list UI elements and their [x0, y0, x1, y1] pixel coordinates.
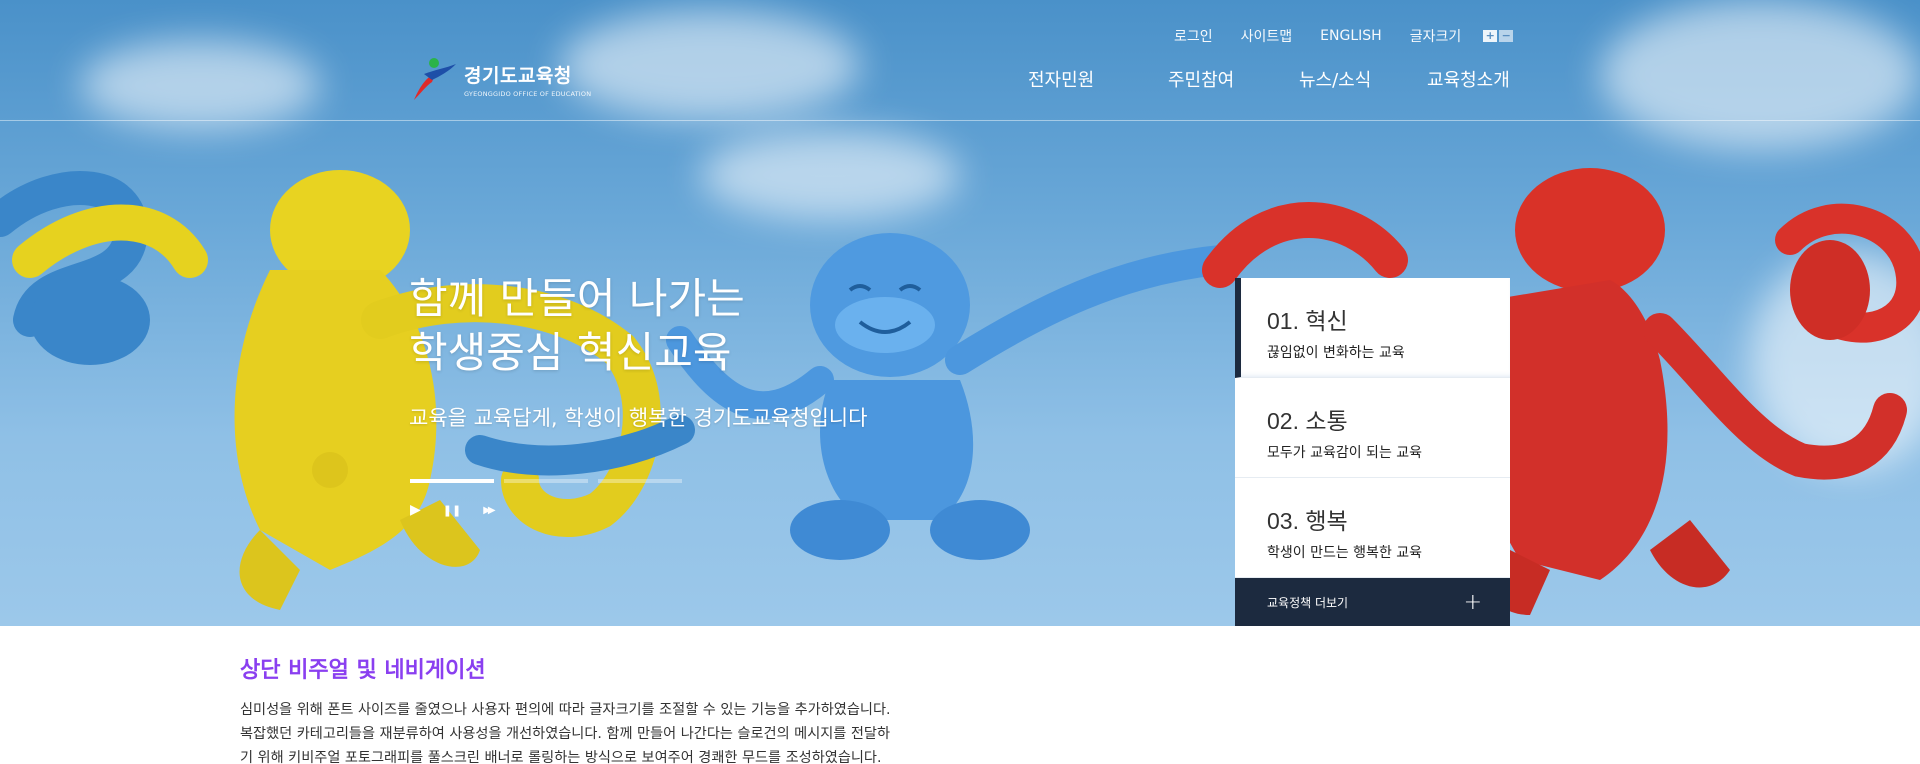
english-link[interactable]: ENGLISH — [1320, 28, 1382, 44]
description-title: 상단 비주얼 및 네비게이션 — [240, 658, 486, 683]
description-body: 심미성을 위해 폰트 사이즈를 줄였으나 사용자 편의에 따라 글자크기를 조절… — [240, 698, 970, 764]
nav-item-participation[interactable]: 주민참여 — [1168, 66, 1299, 92]
play-icon[interactable]: ▶ — [410, 502, 421, 518]
plus-icon: + — [1463, 589, 1482, 615]
sitemap-link[interactable]: 사이트맵 — [1241, 26, 1293, 46]
description-line: 기 위해 키비주얼 포토그래피를 풀스크린 배너로 롤링하는 방식으로 보여주어… — [240, 750, 882, 764]
font-increase-button[interactable]: + — [1483, 30, 1498, 42]
next-icon[interactable]: ▶▶ — [483, 505, 496, 516]
utility-nav: 로그인 사이트맵 ENGLISH 글자크기 + − — [1174, 26, 1514, 46]
slide-indicator[interactable] — [410, 479, 494, 483]
nav-item-news[interactable]: 뉴스/소식 — [1299, 66, 1427, 92]
policy-more-label: 교육정책 더보기 — [1267, 595, 1349, 610]
pause-icon[interactable]: ❚❚ — [443, 504, 461, 517]
login-link[interactable]: 로그인 — [1174, 26, 1213, 46]
policy-title: 01. 혁신 — [1267, 308, 1348, 334]
policy-item[interactable]: 03. 행복 학생이 만드는 행복한 교육 — [1235, 478, 1510, 578]
site-logo[interactable]: 경기도교육청 GYEONGGIDO OFFICE OF EDUCATION — [410, 56, 591, 102]
description-line: 심미성을 위해 폰트 사이즈를 줄였으나 사용자 편의에 따라 글자크기를 조절… — [240, 702, 891, 718]
slide-indicator[interactable] — [598, 479, 682, 483]
font-decrease-button[interactable]: − — [1499, 30, 1514, 42]
header-divider — [0, 120, 1920, 121]
slide-indicator[interactable] — [504, 479, 588, 483]
hero-copy: 함께 만들어 나가는 학생중심 혁신교육 교육을 교육답게, 학생이 행복한 경… — [409, 272, 867, 432]
hero-headline: 함께 만들어 나가는 학생중심 혁신교육 — [409, 272, 867, 380]
hero-banner: 로그인 사이트맵 ENGLISH 글자크기 + − 경기도교육청 GYEONGG… — [0, 0, 1920, 626]
policy-item[interactable]: 02. 소통 모두가 교육감이 되는 교육 — [1235, 378, 1510, 478]
cloud — [80, 40, 320, 130]
policy-panel: 01. 혁신 끊임없이 변화하는 교육 02. 소통 모두가 교육감이 되는 교… — [1235, 278, 1510, 626]
hero-headline-line1: 함께 만들어 나가는 — [409, 274, 745, 323]
slide-controls: ▶ ❚❚ ▶▶ — [410, 502, 496, 518]
hero-headline-line2: 학생중심 혁신교육 — [409, 328, 732, 377]
main-nav: 전자민원 주민참여 뉴스/소식 교육청소개 — [1028, 66, 1517, 92]
hero-subline: 교육을 교육답게, 학생이 행복한 경기도교육청입니다 — [409, 406, 868, 430]
cloud — [700, 130, 960, 220]
font-size-controls: + − — [1483, 30, 1514, 42]
policy-title: 02. 소통 — [1267, 408, 1348, 434]
logo-title: 경기도교육청 — [464, 64, 572, 87]
font-size-label: 글자크기 — [1409, 29, 1462, 45]
slide-progress — [410, 479, 682, 483]
cloud — [1600, 0, 1920, 150]
nav-item-about[interactable]: 교육청소개 — [1427, 66, 1517, 92]
logo-subtitle: GYEONGGIDO OFFICE OF EDUCATION — [464, 89, 592, 98]
description-line: 복잡했던 카테고리들을 재분류하여 사용성을 개선하였습니다. 함께 만들어 나… — [240, 726, 891, 742]
logo-emblem-icon — [414, 58, 456, 100]
policy-more-button[interactable]: 교육정책 더보기 + — [1235, 578, 1510, 626]
description-section: 상단 비주얼 및 네비게이션 심미성을 위해 폰트 사이즈를 줄였으나 사용자 … — [240, 652, 970, 764]
nav-item-e-civil[interactable]: 전자민원 — [1028, 66, 1168, 92]
policy-desc: 모두가 교육감이 되는 교육 — [1267, 445, 1423, 461]
policy-desc: 끊임없이 변화하는 교육 — [1267, 345, 1405, 361]
policy-title: 03. 행복 — [1267, 508, 1348, 534]
policy-item[interactable]: 01. 혁신 끊임없이 변화하는 교육 — [1235, 278, 1510, 378]
policy-desc: 학생이 만드는 행복한 교육 — [1267, 545, 1423, 561]
cloud — [560, 10, 860, 120]
